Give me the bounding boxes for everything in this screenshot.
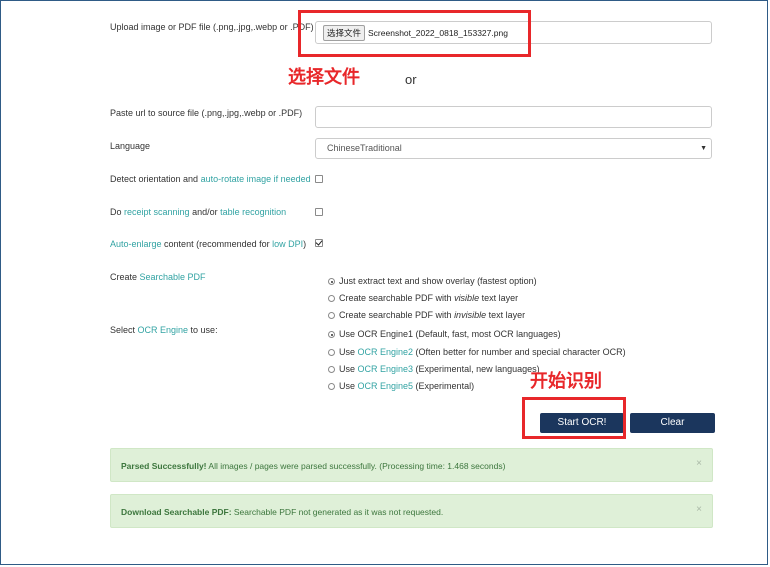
radio-icon[interactable] bbox=[328, 349, 335, 356]
enlarge-mid: content (recommended for bbox=[161, 239, 273, 249]
pdf-option-post: text layer bbox=[479, 293, 519, 303]
engine-option-text: (Experimental) bbox=[413, 381, 475, 391]
table-recognition-link[interactable]: table recognition bbox=[220, 207, 286, 217]
alert-message: All images / pages were parsed successfu… bbox=[206, 461, 506, 471]
language-label: Language bbox=[110, 141, 151, 151]
pdf-option-visible[interactable]: Create searchable PDF with visible text … bbox=[328, 292, 518, 304]
radio-icon[interactable] bbox=[328, 383, 335, 390]
annotation-box-upload bbox=[298, 10, 531, 57]
engine-option-3[interactable]: Use OCR Engine3 (Experimental, new langu… bbox=[328, 363, 540, 375]
radio-selected-icon[interactable] bbox=[328, 331, 335, 338]
pdf-option-invisible[interactable]: Create searchable PDF with invisible tex… bbox=[328, 309, 525, 321]
pdf-option-em: visible bbox=[454, 293, 480, 303]
engine-option-text: (Often better for number and special cha… bbox=[413, 347, 626, 357]
url-label: Paste url to source file (.png,.jpg,.web… bbox=[110, 108, 303, 118]
pdf-option-label: Create searchable PDF with bbox=[339, 293, 455, 303]
ocr-engine-label: Select OCR Engine to use: bbox=[110, 325, 218, 335]
radio-icon[interactable] bbox=[328, 366, 335, 373]
engine-option-5[interactable]: Use OCR Engine5 (Experimental) bbox=[328, 380, 474, 392]
engine-option-link[interactable]: OCR Engine2 bbox=[358, 347, 414, 357]
enlarge-end: ) bbox=[303, 239, 307, 249]
engine-prefix: Select bbox=[110, 325, 138, 335]
low-dpi-link[interactable]: low DPI bbox=[272, 239, 303, 249]
pdf-option-extract[interactable]: Just extract text and show overlay (fast… bbox=[328, 275, 537, 287]
engine-option-1[interactable]: Use OCR Engine1 (Default, fast, most OCR… bbox=[328, 328, 561, 340]
pdf-option-label: Create searchable PDF with bbox=[339, 310, 455, 320]
auto-rotate-link[interactable]: auto-rotate image if needed bbox=[201, 174, 311, 184]
receipt-label: Do receipt scanning and/or table recogni… bbox=[110, 207, 286, 217]
engine-option-pre: Use bbox=[339, 381, 358, 391]
auto-enlarge-checkbox[interactable] bbox=[315, 239, 323, 247]
pdf-option-em: invisible bbox=[454, 310, 487, 320]
annotation-choose-file: 选择文件 bbox=[288, 67, 360, 88]
alert-message: Searchable PDF not generated as it was n… bbox=[231, 507, 444, 517]
alert-title: Download Searchable PDF: bbox=[121, 507, 232, 517]
or-text: or bbox=[405, 72, 417, 87]
auto-enlarge-label: Auto-enlarge content (recommended for lo… bbox=[110, 239, 306, 249]
pdf-option-post: text layer bbox=[486, 310, 526, 320]
auto-enlarge-link[interactable]: Auto-enlarge bbox=[110, 239, 162, 249]
detect-orientation-checkbox[interactable] bbox=[315, 175, 323, 183]
detect-orientation-label: Detect orientation and auto-rotate image… bbox=[110, 174, 311, 184]
searchable-pdf-link[interactable]: Searchable PDF bbox=[140, 272, 206, 282]
url-input[interactable] bbox=[315, 106, 712, 128]
receipt-scanning-checkbox[interactable] bbox=[315, 208, 323, 216]
engine-option-pre: Use bbox=[339, 347, 358, 357]
ocr-engine-link[interactable]: OCR Engine bbox=[138, 325, 189, 335]
engine-option-text: (Experimental, new languages) bbox=[413, 364, 540, 374]
download-pdf-alert: Download Searchable PDF: Searchable PDF … bbox=[110, 494, 713, 528]
receipt-scanning-link[interactable]: receipt scanning bbox=[124, 207, 190, 217]
radio-icon[interactable] bbox=[328, 312, 335, 319]
radio-selected-icon[interactable] bbox=[328, 278, 335, 285]
engine-option-link[interactable]: OCR Engine5 bbox=[358, 381, 414, 391]
annotation-start-recognition: 开始识别 bbox=[530, 371, 602, 392]
searchable-pdf-label: Create Searchable PDF bbox=[110, 272, 206, 282]
annotation-box-start bbox=[522, 397, 626, 439]
engine-option-pre: Use bbox=[339, 329, 358, 339]
radio-icon[interactable] bbox=[328, 295, 335, 302]
engine-option-text: OCR Engine1 (Default, fast, most OCR lan… bbox=[357, 329, 561, 339]
language-selected-value: ChineseTraditional bbox=[327, 143, 402, 153]
engine-option-2[interactable]: Use OCR Engine2 (Often better for number… bbox=[328, 346, 626, 358]
parsed-success-alert: Parsed Successfully! All images / pages … bbox=[110, 448, 713, 482]
receipt-mid: and/or bbox=[189, 207, 221, 217]
engine-option-link[interactable]: OCR Engine3 bbox=[358, 364, 414, 374]
dropdown-arrow-icon: ▼ bbox=[700, 145, 707, 152]
close-icon[interactable]: × bbox=[696, 504, 702, 515]
receipt-prefix: Do bbox=[110, 207, 125, 217]
upload-label: Upload image or PDF file (.png,.jpg,.web… bbox=[110, 22, 314, 32]
alert-title: Parsed Successfully! bbox=[121, 461, 207, 471]
detect-prefix: Detect orientation and bbox=[110, 174, 201, 184]
engine-option-pre: Use bbox=[339, 364, 358, 374]
create-prefix: Create bbox=[110, 272, 140, 282]
pdf-option-label: Just extract text and show overlay (fast… bbox=[339, 276, 537, 286]
clear-button[interactable]: Clear bbox=[630, 413, 715, 433]
language-select[interactable]: ChineseTraditional ▼ bbox=[315, 138, 712, 159]
close-icon[interactable]: × bbox=[696, 458, 702, 469]
engine-suffix: to use: bbox=[188, 325, 218, 335]
